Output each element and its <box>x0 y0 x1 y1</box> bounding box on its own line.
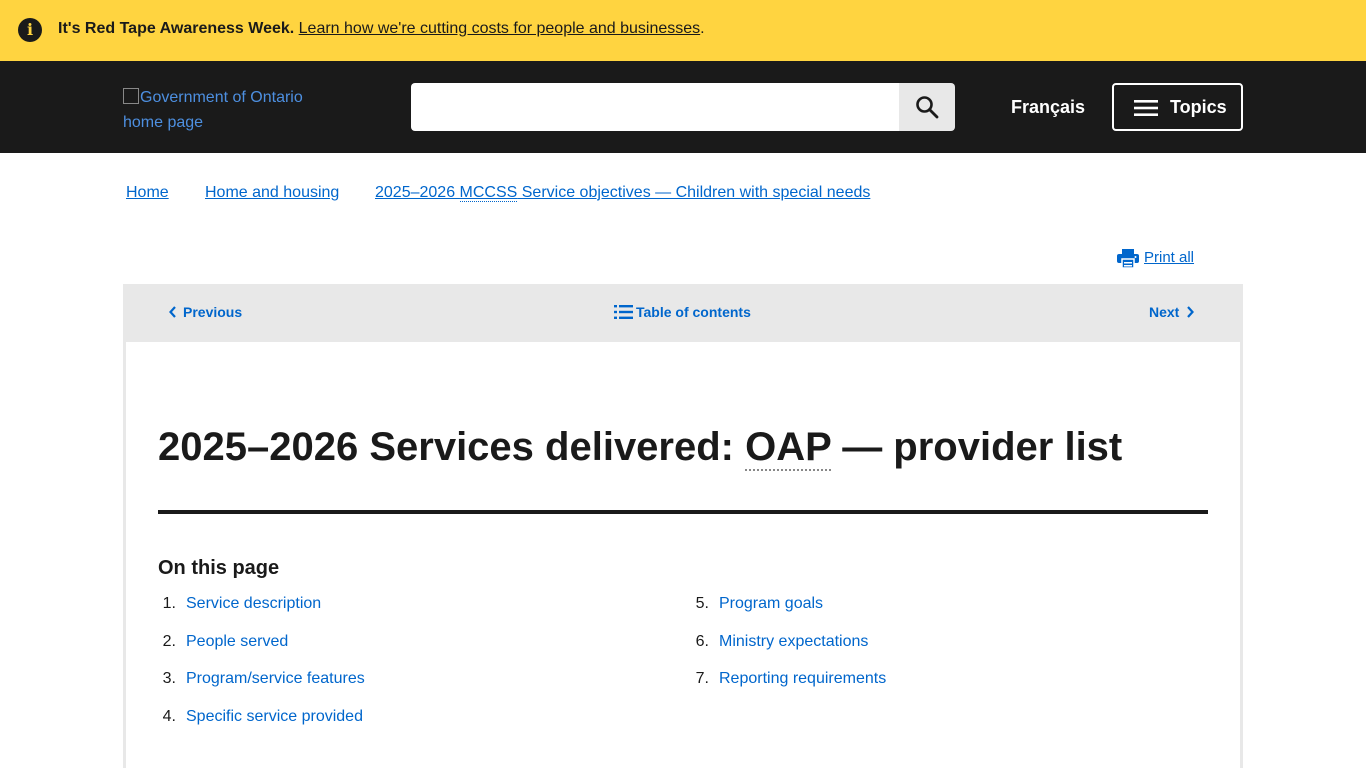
toc-number: 2. <box>162 633 176 650</box>
next-label: Next <box>1149 304 1180 320</box>
ontario-logo-link[interactable]: Government of Ontario home page <box>123 85 323 135</box>
toc-link-service-description[interactable]: Service description <box>186 594 321 614</box>
broken-image-icon <box>123 88 139 104</box>
list-icon <box>614 305 633 319</box>
next-link[interactable]: Next <box>1149 304 1195 321</box>
topics-label: Topics <box>1170 97 1227 117</box>
toc-link-people-served[interactable]: People served <box>186 632 288 652</box>
search-input[interactable] <box>411 83 899 131</box>
toc-number: 4. <box>162 708 176 725</box>
pagination-bar: Previous Table of contents Next <box>123 284 1243 342</box>
page-title-before: 2025–2026 Services delivered: <box>158 425 746 469</box>
topics-menu-button[interactable]: Topics <box>1112 83 1243 131</box>
info-icon: i <box>18 18 42 42</box>
search-icon <box>916 96 939 119</box>
printer-icon <box>1117 249 1139 268</box>
content-card <box>123 342 1243 768</box>
toc-number: 3. <box>162 670 176 687</box>
page-title-abbr-oap: OAP <box>745 425 832 471</box>
print-all-label: Print all <box>1144 249 1195 266</box>
breadcrumb-home[interactable]: Home <box>126 183 169 203</box>
page-title-after: — provider list <box>831 425 1123 469</box>
site-header: Government of Ontario home page Français… <box>0 61 1366 153</box>
previous-link[interactable]: Previous <box>169 304 242 321</box>
alert-message: It's Red Tape Awareness Week. Learn how … <box>58 19 705 39</box>
toc-number: 6. <box>695 633 709 650</box>
alert-link[interactable]: Learn how we're cutting costs for people… <box>299 20 701 37</box>
breadcrumb-text-before: 2025–2026 <box>375 184 460 201</box>
toc-link-program-service-features[interactable]: Program/service features <box>186 669 365 689</box>
chevron-right-icon <box>1187 306 1195 318</box>
breadcrumb-text-after: Service objectives — Children with speci… <box>517 184 871 201</box>
breadcrumb-abbr-mccss: MCCSS <box>459 184 518 202</box>
search-button[interactable] <box>899 83 955 131</box>
breadcrumb-service-objectives[interactable]: 2025–2026 MCCSS Service objectives — Chi… <box>375 183 870 203</box>
chevron-left-icon <box>169 306 176 318</box>
toc-link-ministry-expectations[interactable]: Ministry expectations <box>719 632 868 652</box>
toc-number: 7. <box>695 670 709 687</box>
breadcrumb-home-and-housing[interactable]: Home and housing <box>205 183 339 203</box>
toc-link-reporting-requirements[interactable]: Reporting requirements <box>719 669 886 689</box>
previous-label: Previous <box>183 304 243 320</box>
on-this-page-heading: On this page <box>158 557 280 579</box>
alert-bold-text: It's Red Tape Awareness Week. <box>58 20 295 37</box>
page-title: 2025–2026 Services delivered: OAP — prov… <box>158 424 1123 471</box>
title-divider <box>158 510 1208 514</box>
toc-link-specific-service-provided[interactable]: Specific service provided <box>186 707 363 727</box>
language-toggle-link[interactable]: Français <box>1011 97 1085 117</box>
table-of-contents-link[interactable]: Table of contents <box>614 304 751 321</box>
alert-banner: i It's Red Tape Awareness Week. Learn ho… <box>0 0 1366 61</box>
hamburger-icon <box>1134 100 1158 116</box>
toc-link-program-goals[interactable]: Program goals <box>719 594 823 614</box>
alert-trailing: . <box>700 20 705 37</box>
toc-number: 1. <box>162 595 176 612</box>
logo-alt-line1: Government of Ontario <box>140 89 303 106</box>
table-of-contents-label: Table of contents <box>636 304 751 320</box>
toc-number: 5. <box>695 595 709 612</box>
logo-alt-line2: home page <box>123 114 204 131</box>
